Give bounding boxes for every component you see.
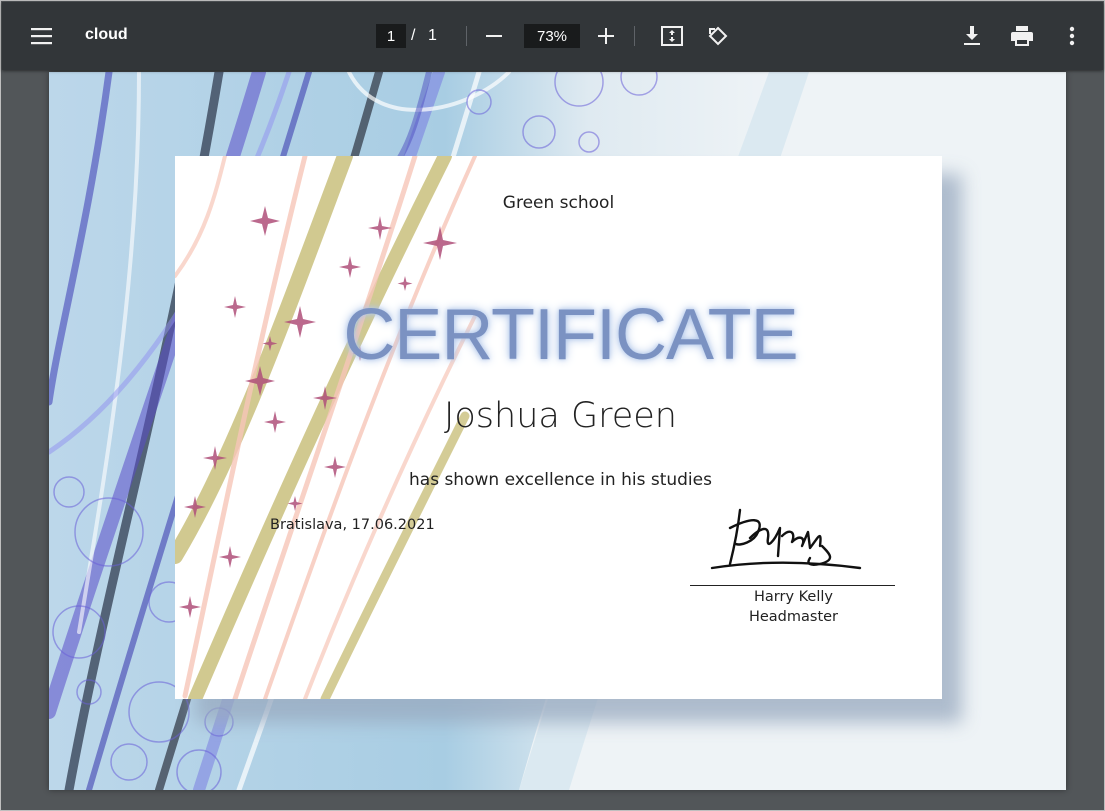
download-icon	[964, 26, 980, 45]
signer-name: Harry Kelly	[754, 589, 833, 605]
more-options-button[interactable]	[1054, 18, 1090, 54]
page-number-input[interactable]	[376, 24, 406, 48]
zoom-out-icon	[486, 35, 502, 37]
page-total: 1	[428, 27, 437, 44]
zoom-in-icon	[598, 28, 614, 44]
pdf-toolbar: cloud / 1	[2, 2, 1103, 70]
pdf-page: Green school CERTIFICATE Joshua Green ha…	[49, 72, 1066, 790]
download-button[interactable]	[954, 18, 990, 54]
fit-page-button[interactable]	[654, 18, 690, 54]
certificate: Green school CERTIFICATE Joshua Green ha…	[175, 156, 942, 699]
print-button[interactable]	[1004, 18, 1040, 54]
recipient-name: Joshua Green	[444, 396, 677, 436]
print-icon	[1011, 26, 1033, 46]
signer-role: Headmaster	[748, 609, 839, 625]
zoom-out-button[interactable]	[476, 18, 512, 54]
menu-button[interactable]	[24, 18, 60, 54]
fit-page-icon	[661, 26, 683, 46]
toolbar-divider	[634, 26, 635, 46]
signer-block: Harry Kelly Headmaster	[691, 587, 896, 627]
rotate-button[interactable]	[700, 18, 736, 54]
rotate-icon	[708, 26, 728, 46]
award-reason: has shown excellence in his studies	[409, 470, 712, 490]
signature-image	[710, 508, 862, 570]
page-separator: /	[411, 27, 416, 44]
signature-line	[690, 585, 895, 586]
place-and-date: Bratislava, 17.06.2021	[270, 517, 435, 533]
toolbar-divider	[466, 26, 467, 46]
document-title: cloud	[85, 26, 128, 43]
menu-icon	[31, 28, 52, 45]
zoom-level-input[interactable]	[524, 24, 580, 48]
school-name: Green school	[502, 193, 615, 213]
certificate-heading: CERTIFICATE	[343, 295, 798, 375]
more-vert-icon	[1069, 26, 1075, 46]
zoom-in-button[interactable]	[588, 18, 624, 54]
